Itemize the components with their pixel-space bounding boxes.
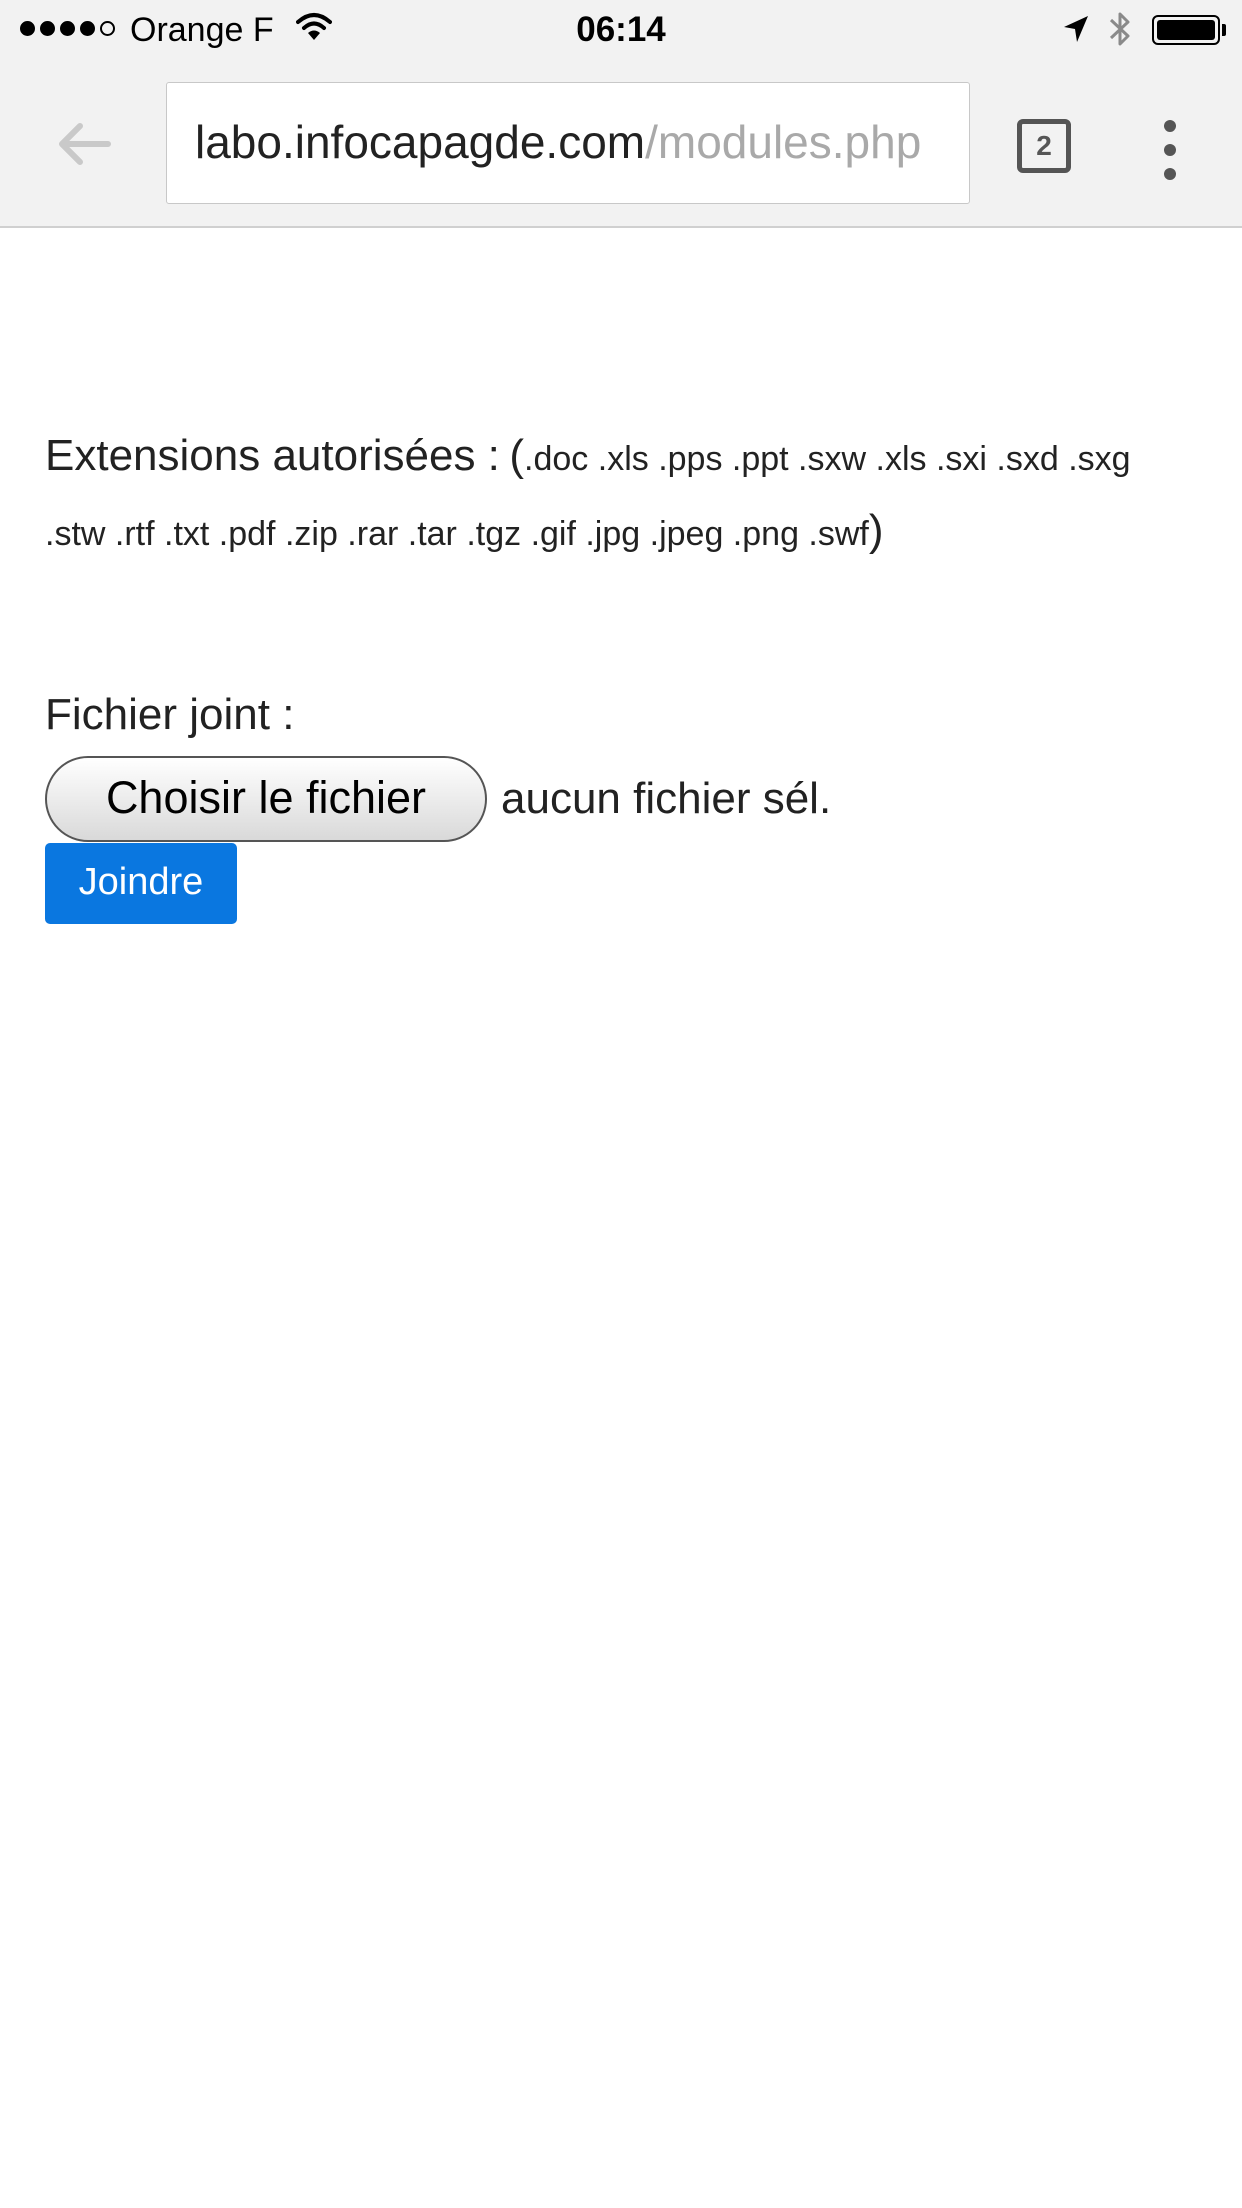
extensions-close-paren: ): [868, 506, 884, 555]
arrow-left-icon[interactable]: [50, 114, 120, 174]
battery-icon: [1152, 15, 1220, 45]
extensions-paragraph: Extensions autorisées : (.doc .xls .pps …: [45, 420, 1195, 570]
url-path: /modules.php: [645, 116, 922, 168]
status-time: 06:14: [576, 10, 666, 49]
extensions-label: Extensions autorisées :: [45, 431, 500, 480]
bluetooth-icon: [1108, 10, 1132, 53]
vertical-dots-menu-icon[interactable]: [1160, 120, 1180, 180]
file-input: Choisir le fichier aucun fichier sél.: [45, 756, 831, 842]
browser-toolbar: labo.infocapagde.com/modules.php 2: [0, 60, 1242, 228]
url-host: labo.infocapagde.com: [195, 116, 646, 168]
tab-switcher-icon[interactable]: 2: [1017, 119, 1071, 173]
location-arrow-icon: [1062, 14, 1090, 49]
allowed-extensions: Extensions autorisées : (.doc .xls .pps …: [45, 420, 1195, 570]
choose-file-button[interactable]: Choisir le fichier: [45, 756, 487, 842]
address-bar[interactable]: labo.infocapagde.com/modules.php: [166, 82, 970, 204]
no-file-selected-text: aucun fichier sél.: [501, 774, 832, 823]
attach-submit-button[interactable]: Joindre: [45, 843, 237, 924]
status-bar: Orange F 06:14: [0, 0, 1242, 60]
attachment-label: Fichier joint :: [45, 690, 295, 739]
extensions-open-paren: (: [509, 431, 525, 480]
